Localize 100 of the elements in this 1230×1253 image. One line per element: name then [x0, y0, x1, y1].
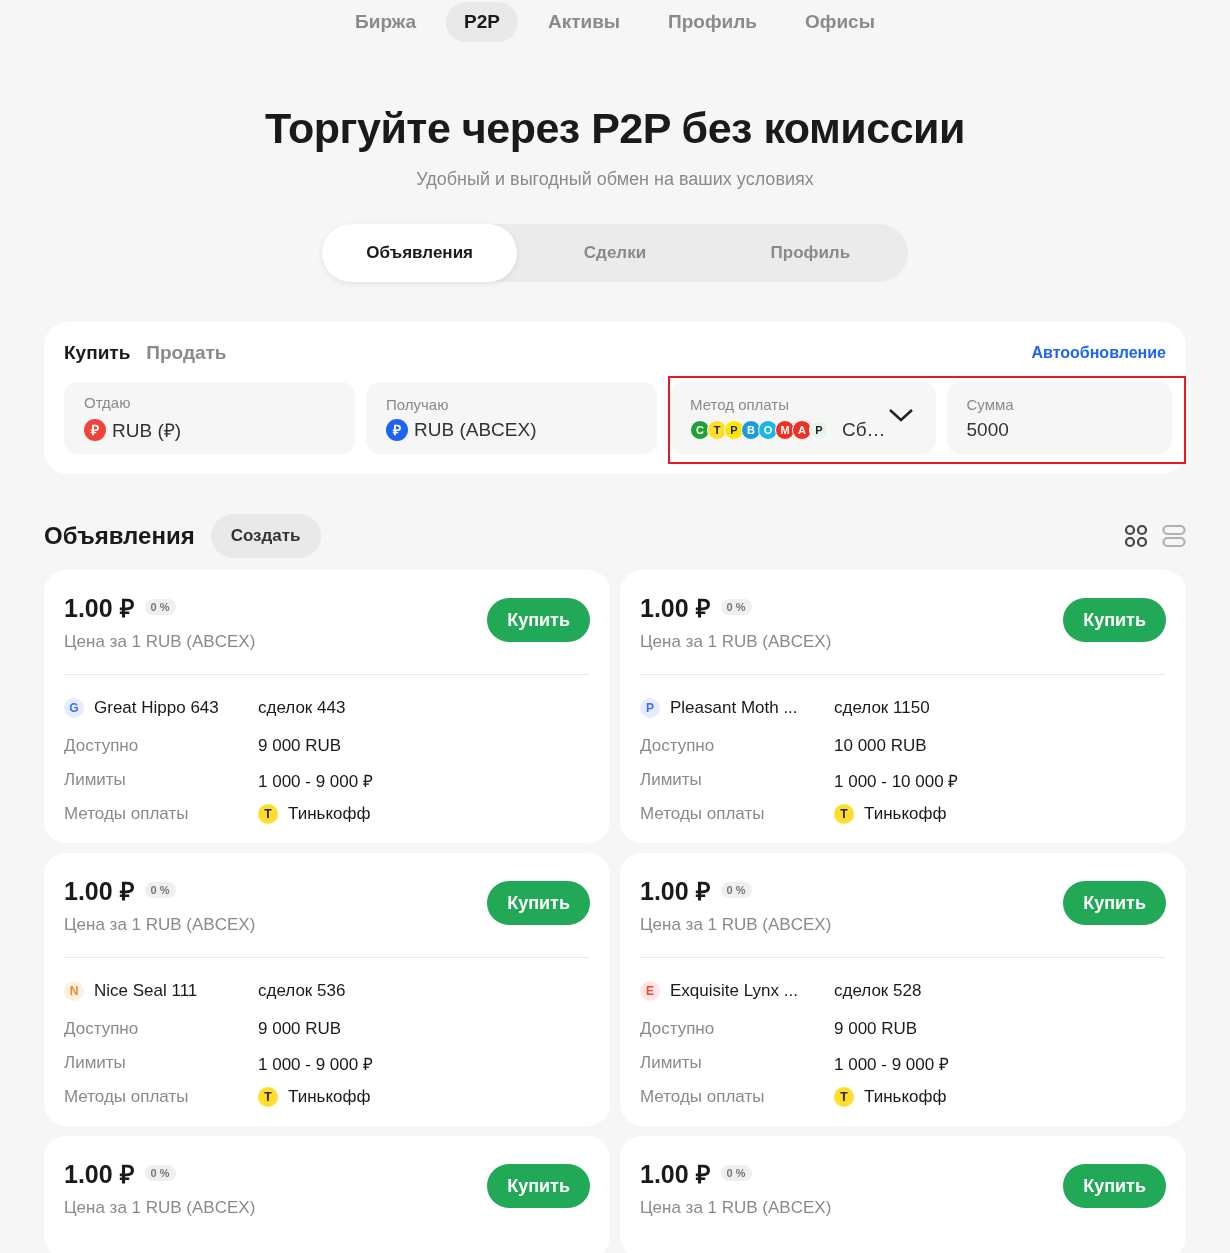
fee-badge: 0 % [144, 1165, 176, 1181]
payment-method: Тинькофф [288, 1087, 371, 1107]
price-caption: Цена за 1 RUB (ABCEX) [64, 915, 256, 935]
grid-view-icon[interactable] [1124, 524, 1148, 548]
payment-method: Тинькофф [864, 804, 947, 824]
fee-badge: 0 % [144, 599, 176, 615]
bank-logo: M [775, 419, 795, 440]
price-caption: Цена за 1 RUB (ABCEX) [640, 915, 832, 935]
bank-logo: P [809, 419, 829, 440]
currency-icon: ₽ [386, 418, 408, 441]
detail-value: 1 000 - 10 000 ₽ [834, 770, 960, 792]
seller-avatar: E [640, 981, 660, 1001]
detail-value: 9 000 RUB [258, 736, 343, 756]
bank-logo: A [792, 419, 812, 440]
chevron-down-icon[interactable] [887, 407, 914, 423]
segment-tab[interactable]: Сделки [517, 224, 713, 282]
seller-name[interactable]: Pleasant Moth ... [670, 698, 798, 718]
bank-logo: T [707, 419, 727, 440]
detail-value: 10 000 RUB [834, 736, 928, 756]
payment-method: Тинькофф [288, 804, 371, 824]
create-button[interactable]: Создать [210, 514, 321, 558]
field-value: RUB (₽) [112, 418, 182, 443]
payment-field[interactable]: Метод оплаты C T P B O M A P Сб… [670, 382, 936, 454]
bank-logo: T [834, 804, 854, 824]
detail-label: Доступно [640, 1019, 716, 1039]
detail-label: Методы оплаты [640, 804, 766, 824]
detail-value: 9 000 RUB [834, 1019, 919, 1039]
field-label: Сумма [966, 395, 1015, 413]
deal-count: сделок 1150 [834, 698, 931, 718]
bank-logo: T [258, 1087, 278, 1107]
deal-count: сделок 528 [834, 981, 923, 1001]
price: 1.00 ₽ [640, 876, 711, 907]
nav-tab[interactable]: Офисы [787, 2, 893, 42]
detail-label: Лимиты [64, 770, 127, 790]
detail-label: Методы оплаты [64, 1087, 190, 1107]
buy-button[interactable]: Купить [487, 1164, 590, 1208]
nav-tab[interactable]: Биржа [337, 2, 435, 42]
currency-field[interactable]: Отдаю ₽ RUB (₽) [64, 382, 355, 454]
field-label: Получаю [386, 395, 450, 413]
seller-avatar: G [64, 698, 84, 718]
nav-tab[interactable]: P2P [446, 2, 518, 42]
auto-refresh-link[interactable]: Автообновление [1031, 344, 1166, 362]
buy-button[interactable]: Купить [1063, 881, 1166, 925]
deal-count: сделок 443 [258, 698, 347, 718]
detail-label: Лимиты [640, 770, 703, 790]
price-caption: Цена за 1 RUB (ABCEX) [64, 632, 256, 652]
segment-tab[interactable]: Профиль [712, 224, 908, 282]
seller-name[interactable]: Great Hippo 643 [94, 698, 219, 718]
bank-logo: T [834, 1087, 854, 1107]
currency-icon: ₽ [84, 418, 106, 441]
fee-badge: 0 % [720, 882, 752, 898]
detail-label: Методы оплаты [64, 804, 190, 824]
currency-field[interactable]: Получаю ₽ RUB (ABCEX) [366, 382, 657, 454]
nav-tab[interactable]: Активы [529, 2, 639, 42]
seller-avatar: P [640, 698, 660, 718]
bank-logo: O [758, 419, 778, 440]
price-caption: Цена за 1 RUB (ABCEX) [640, 1198, 832, 1218]
detail-label: Методы оплаты [640, 1087, 766, 1107]
price-caption: Цена за 1 RUB (ABCEX) [64, 1198, 256, 1218]
bank-logo: T [258, 804, 278, 824]
fee-badge: 0 % [144, 882, 176, 898]
side-tab[interactable]: Купить [64, 342, 131, 364]
detail-value: 1 000 - 9 000 ₽ [258, 1053, 374, 1075]
price: 1.00 ₽ [64, 593, 135, 624]
price: 1.00 ₽ [64, 1159, 135, 1190]
buy-button[interactable]: Купить [1063, 598, 1166, 642]
buy-button[interactable]: Купить [1063, 1164, 1166, 1208]
detail-label: Доступно [64, 736, 140, 756]
bank-logo: C [690, 419, 710, 440]
seller-name[interactable]: Exquisite Lynx ... [670, 981, 798, 1001]
deal-count: сделок 536 [258, 981, 347, 1001]
bank-logo: P [724, 419, 744, 440]
price: 1.00 ₽ [640, 593, 711, 624]
price: 1.00 ₽ [640, 1159, 711, 1190]
field-value: RUB (ABCEX) [414, 418, 537, 441]
detail-value: 9 000 RUB [258, 1019, 343, 1039]
bank-logo: B [741, 419, 761, 440]
buy-button[interactable]: Купить [487, 881, 590, 925]
field-value: 5000 [966, 418, 1009, 441]
detail-label: Доступно [64, 1019, 140, 1039]
segment-tab[interactable]: Объявления [322, 224, 518, 282]
payment-method: Тинькофф [864, 1087, 947, 1107]
field-label: Метод оплаты [690, 395, 791, 413]
buy-button[interactable]: Купить [487, 598, 590, 642]
detail-label: Доступно [640, 736, 716, 756]
side-tab[interactable]: Продать [146, 342, 227, 364]
section-title: Объявления [44, 522, 195, 550]
price: 1.00 ₽ [64, 876, 135, 907]
fee-badge: 0 % [720, 1165, 752, 1181]
detail-value: 1 000 - 9 000 ₽ [258, 770, 374, 792]
seller-name[interactable]: Nice Seal 111 [94, 981, 198, 1001]
amount-field[interactable]: Сумма 5000 [946, 382, 1172, 454]
fee-badge: 0 % [720, 599, 752, 615]
field-value: Сб… [842, 418, 886, 441]
page-subtitle: Удобный и выгодный обмен на ваших условиях [415, 169, 815, 190]
detail-label: Лимиты [640, 1053, 703, 1073]
nav-tab[interactable]: Профиль [650, 2, 776, 42]
field-label: Отдаю [84, 393, 132, 411]
price-caption: Цена за 1 RUB (ABCEX) [640, 632, 832, 652]
detail-value: 1 000 - 9 000 ₽ [834, 1053, 950, 1075]
